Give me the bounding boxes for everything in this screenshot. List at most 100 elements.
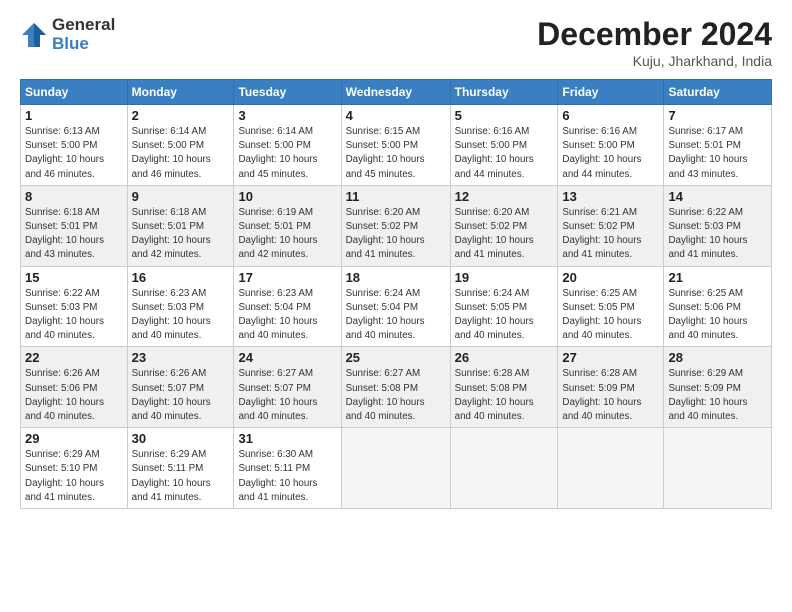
calendar-header-thursday: Thursday	[450, 80, 558, 105]
day-info: Sunrise: 6:29 AMSunset: 5:11 PMDaylight:…	[132, 448, 230, 505]
day-info: Sunrise: 6:18 AMSunset: 5:01 PMDaylight:…	[25, 206, 123, 263]
day-info: Sunrise: 6:23 AMSunset: 5:03 PMDaylight:…	[132, 287, 230, 344]
day-number: 10	[238, 189, 336, 204]
day-number: 30	[132, 431, 230, 446]
calendar-cell: 24Sunrise: 6:27 AMSunset: 5:07 PMDayligh…	[234, 347, 341, 428]
day-number: 20	[562, 270, 659, 285]
day-number: 14	[668, 189, 767, 204]
day-info: Sunrise: 6:28 AMSunset: 5:08 PMDaylight:…	[455, 367, 554, 424]
logo-text: General Blue	[52, 16, 115, 53]
calendar-cell: 26 Sunrise: 6:28 AMSunset: 5:08 PMDayligh…	[450, 347, 558, 428]
calendar-cell	[558, 428, 664, 509]
logo-general-text: General	[52, 16, 115, 35]
calendar-cell	[450, 428, 558, 509]
day-number: 6	[562, 108, 659, 123]
day-info: Sunrise: 6:29 AMSunset: 5:10 PMDaylight:…	[25, 448, 123, 505]
calendar-cell: 30 Sunrise: 6:29 AMSunset: 5:11 PMDayligh…	[127, 428, 234, 509]
calendar-cell: 28 Sunrise: 6:29 AMSunset: 5:09 PMDayligh…	[664, 347, 772, 428]
day-info: Sunrise: 6:25 AMSunset: 5:06 PMDaylight:…	[668, 287, 767, 344]
calendar-cell: 7 Sunrise: 6:17 AMSunset: 5:01 PMDaylight…	[664, 105, 772, 186]
day-number: 3	[238, 108, 336, 123]
day-info: Sunrise: 6:17 AMSunset: 5:01 PMDaylight:…	[668, 125, 767, 182]
day-info: Sunrise: 6:27 AMSunset: 5:07 PMDaylight:…	[238, 367, 336, 424]
logo-blue-text: Blue	[52, 35, 115, 54]
calendar-header-sunday: Sunday	[21, 80, 128, 105]
title-block: December 2024 Kuju, Jharkhand, India	[537, 16, 772, 69]
day-number: 13	[562, 189, 659, 204]
day-info: Sunrise: 6:20 AMSunset: 5:02 PMDaylight:…	[346, 206, 446, 263]
day-info: Sunrise: 6:16 AMSunset: 5:00 PMDaylight:…	[562, 125, 659, 182]
day-number: 29	[25, 431, 123, 446]
calendar-cell: 9Sunrise: 6:18 AMSunset: 5:01 PMDaylight…	[127, 185, 234, 266]
calendar-cell: 25 Sunrise: 6:27 AMSunset: 5:08 PMDayligh…	[341, 347, 450, 428]
calendar-cell: 31Sunrise: 6:30 AMSunset: 5:11 PMDayligh…	[234, 428, 341, 509]
day-info: Sunrise: 6:14 AMSunset: 5:00 PMDaylight:…	[132, 125, 230, 182]
calendar-header-row: SundayMondayTuesdayWednesdayThursdayFrid…	[21, 80, 772, 105]
day-number: 2	[132, 108, 230, 123]
day-info: Sunrise: 6:28 AMSunset: 5:09 PMDaylight:…	[562, 367, 659, 424]
calendar-week-row-1: 1 Sunrise: 6:13 AMSunset: 5:00 PMDaylight…	[21, 105, 772, 186]
calendar-cell: 5Sunrise: 6:16 AMSunset: 5:00 PMDaylight…	[450, 105, 558, 186]
logo-icon	[20, 21, 48, 49]
day-number: 11	[346, 189, 446, 204]
calendar-cell: 12 Sunrise: 6:20 AMSunset: 5:02 PMDayligh…	[450, 185, 558, 266]
calendar-week-row-2: 8 Sunrise: 6:18 AMSunset: 5:01 PMDaylight…	[21, 185, 772, 266]
calendar-cell: 10 Sunrise: 6:19 AMSunset: 5:01 PMDayligh…	[234, 185, 341, 266]
calendar-cell: 23 Sunrise: 6:26 AMSunset: 5:07 PMDayligh…	[127, 347, 234, 428]
calendar-cell: 6 Sunrise: 6:16 AMSunset: 5:00 PMDaylight…	[558, 105, 664, 186]
day-info: Sunrise: 6:16 AMSunset: 5:00 PMDaylight:…	[455, 125, 554, 182]
day-info: Sunrise: 6:25 AMSunset: 5:05 PMDaylight:…	[562, 287, 659, 344]
day-info: Sunrise: 6:15 AMSunset: 5:00 PMDaylight:…	[346, 125, 446, 182]
day-info: Sunrise: 6:24 AMSunset: 5:05 PMDaylight:…	[455, 287, 554, 344]
calendar-cell: 17Sunrise: 6:23 AMSunset: 5:04 PMDayligh…	[234, 266, 341, 347]
calendar-header-monday: Monday	[127, 80, 234, 105]
day-info: Sunrise: 6:19 AMSunset: 5:01 PMDaylight:…	[238, 206, 336, 263]
day-info: Sunrise: 6:13 AMSunset: 5:00 PMDaylight:…	[25, 125, 123, 182]
day-info: Sunrise: 6:21 AMSunset: 5:02 PMDaylight:…	[562, 206, 659, 263]
calendar-cell	[664, 428, 772, 509]
day-info: Sunrise: 6:29 AMSunset: 5:09 PMDaylight:…	[668, 367, 767, 424]
day-number: 25	[346, 350, 446, 365]
calendar-cell: 2 Sunrise: 6:14 AMSunset: 5:00 PMDaylight…	[127, 105, 234, 186]
day-info: Sunrise: 6:22 AMSunset: 5:03 PMDaylight:…	[25, 287, 123, 344]
calendar-cell: 3Sunrise: 6:14 AMSunset: 5:00 PMDaylight…	[234, 105, 341, 186]
day-info: Sunrise: 6:20 AMSunset: 5:02 PMDaylight:…	[455, 206, 554, 263]
calendar-table: SundayMondayTuesdayWednesdayThursdayFrid…	[20, 79, 772, 509]
calendar-cell	[341, 428, 450, 509]
day-number: 1	[25, 108, 123, 123]
calendar-cell: 15 Sunrise: 6:22 AMSunset: 5:03 PMDayligh…	[21, 266, 128, 347]
day-number: 12	[455, 189, 554, 204]
day-number: 18	[346, 270, 446, 285]
calendar-cell: 18Sunrise: 6:24 AMSunset: 5:04 PMDayligh…	[341, 266, 450, 347]
calendar-cell: 19 Sunrise: 6:24 AMSunset: 5:05 PMDayligh…	[450, 266, 558, 347]
day-number: 15	[25, 270, 123, 285]
day-info: Sunrise: 6:26 AMSunset: 5:06 PMDaylight:…	[25, 367, 123, 424]
calendar-cell: 13 Sunrise: 6:21 AMSunset: 5:02 PMDayligh…	[558, 185, 664, 266]
calendar-cell: 22Sunrise: 6:26 AMSunset: 5:06 PMDayligh…	[21, 347, 128, 428]
header: General Blue December 2024 Kuju, Jharkha…	[20, 16, 772, 69]
page: General Blue December 2024 Kuju, Jharkha…	[0, 0, 792, 612]
day-info: Sunrise: 6:30 AMSunset: 5:11 PMDaylight:…	[238, 448, 336, 505]
day-number: 7	[668, 108, 767, 123]
calendar-cell: 11 Sunrise: 6:20 AMSunset: 5:02 PMDayligh…	[341, 185, 450, 266]
day-info: Sunrise: 6:22 AMSunset: 5:03 PMDaylight:…	[668, 206, 767, 263]
day-number: 26	[455, 350, 554, 365]
day-number: 4	[346, 108, 446, 123]
calendar-cell: 21Sunrise: 6:25 AMSunset: 5:06 PMDayligh…	[664, 266, 772, 347]
day-number: 17	[238, 270, 336, 285]
day-number: 16	[132, 270, 230, 285]
calendar-cell: 27Sunrise: 6:28 AMSunset: 5:09 PMDayligh…	[558, 347, 664, 428]
calendar-cell: 1 Sunrise: 6:13 AMSunset: 5:00 PMDaylight…	[21, 105, 128, 186]
month-title: December 2024	[537, 16, 772, 53]
day-number: 19	[455, 270, 554, 285]
calendar-cell: 4 Sunrise: 6:15 AMSunset: 5:00 PMDaylight…	[341, 105, 450, 186]
day-number: 28	[668, 350, 767, 365]
calendar-week-row-3: 15 Sunrise: 6:22 AMSunset: 5:03 PMDayligh…	[21, 266, 772, 347]
day-number: 8	[25, 189, 123, 204]
day-info: Sunrise: 6:27 AMSunset: 5:08 PMDaylight:…	[346, 367, 446, 424]
calendar-header-saturday: Saturday	[664, 80, 772, 105]
calendar-week-row-4: 22Sunrise: 6:26 AMSunset: 5:06 PMDayligh…	[21, 347, 772, 428]
day-number: 23	[132, 350, 230, 365]
calendar-header-friday: Friday	[558, 80, 664, 105]
day-info: Sunrise: 6:26 AMSunset: 5:07 PMDaylight:…	[132, 367, 230, 424]
